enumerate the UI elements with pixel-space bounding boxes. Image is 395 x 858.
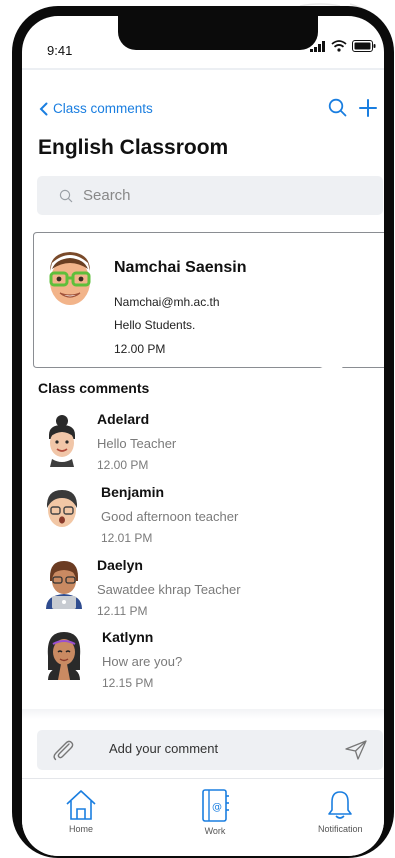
tab-home-label: Home bbox=[68, 824, 93, 834]
commenter-name: Katlynn bbox=[102, 629, 154, 645]
search-input[interactable] bbox=[81, 186, 345, 205]
commenter-avatar bbox=[49, 415, 75, 467]
commenter-avatar bbox=[47, 632, 81, 680]
app-screen: 9:41 Class comments English Classroom Se… bbox=[22, 16, 384, 856]
comment-composer bbox=[37, 730, 383, 770]
status-icons bbox=[310, 40, 376, 52]
section-divider bbox=[22, 709, 384, 719]
svg-text:@: @ bbox=[212, 802, 222, 813]
search-field[interactable] bbox=[37, 176, 383, 215]
comment-text: Hello Teacher bbox=[97, 436, 177, 451]
commenter-avatar bbox=[46, 490, 78, 527]
comment-item[interactable]: Adelard Hello Teacher 12.00 PM bbox=[44, 409, 364, 479]
device-notch bbox=[118, 16, 318, 50]
comment-time: 12.11 PM bbox=[97, 604, 148, 618]
comment-input[interactable] bbox=[107, 740, 311, 757]
comment-time: 12.01 PM bbox=[101, 531, 153, 545]
comment-text: Sawatdee khrap Teacher bbox=[97, 582, 241, 597]
bell-icon bbox=[328, 791, 353, 819]
back-button-label: Class comments bbox=[53, 101, 153, 116]
post-message: Hello Students. bbox=[114, 318, 196, 332]
tab-work[interactable]: @ Work bbox=[200, 789, 230, 836]
tab-notification[interactable]: Notification bbox=[318, 789, 363, 834]
comments-section-title: Class comments bbox=[38, 380, 150, 396]
comment-time: 12.15 PM bbox=[102, 676, 154, 690]
add-icon[interactable] bbox=[359, 98, 377, 117]
notebook-icon: @ bbox=[202, 789, 229, 822]
tab-work-label: Work bbox=[204, 826, 226, 836]
search-icon bbox=[59, 189, 73, 202]
send-icon[interactable] bbox=[345, 740, 367, 760]
post-author-name[interactable]: Namchai Saensin bbox=[114, 259, 247, 277]
comment-item[interactable]: Benjamin Good afternoon teacher 12.01 PM bbox=[44, 482, 364, 552]
comment-text: Good afternoon teacher bbox=[101, 509, 239, 524]
teacher-post-card: Namchai Saensin Namchai@mh.ac.th Hello S… bbox=[33, 232, 384, 368]
comment-time: 12.00 PM bbox=[97, 458, 149, 472]
phone-frame: 9:41 Class comments English Classroom Se… bbox=[12, 6, 394, 858]
search-icon[interactable] bbox=[328, 98, 347, 117]
header-divider bbox=[22, 68, 384, 70]
commenter-avatar bbox=[46, 561, 82, 609]
bottom-tab-bar: Home @ Work Notification bbox=[22, 778, 384, 856]
teacher-avatar bbox=[49, 252, 91, 305]
commenter-name: Benjamin bbox=[101, 484, 165, 500]
page-title: English Classroom bbox=[38, 136, 229, 159]
comment-text: How are you? bbox=[102, 654, 183, 669]
post-author-email: Namchai@mh.ac.th bbox=[114, 295, 220, 309]
comment-item[interactable]: Daelyn Sawatdee khrap Teacher 12.11 PM bbox=[44, 555, 364, 625]
paperclip-icon[interactable] bbox=[51, 738, 75, 762]
wifi-icon bbox=[331, 40, 347, 52]
tab-home[interactable]: Home bbox=[64, 789, 98, 834]
tab-notification-label: Notification bbox=[318, 824, 363, 834]
commenter-name: Adelard bbox=[97, 411, 150, 427]
back-button[interactable]: Class comments bbox=[39, 101, 153, 116]
header-actions bbox=[328, 98, 377, 117]
battery-icon bbox=[352, 40, 376, 52]
home-icon bbox=[66, 790, 96, 820]
commenter-name: Daelyn bbox=[97, 557, 143, 573]
comment-item[interactable]: Katlynn How are you? 12.15 PM bbox=[44, 627, 364, 697]
chevron-left-icon bbox=[39, 102, 48, 115]
status-time: 9:41 bbox=[47, 43, 73, 58]
post-time: 12.00 PM bbox=[114, 342, 166, 356]
